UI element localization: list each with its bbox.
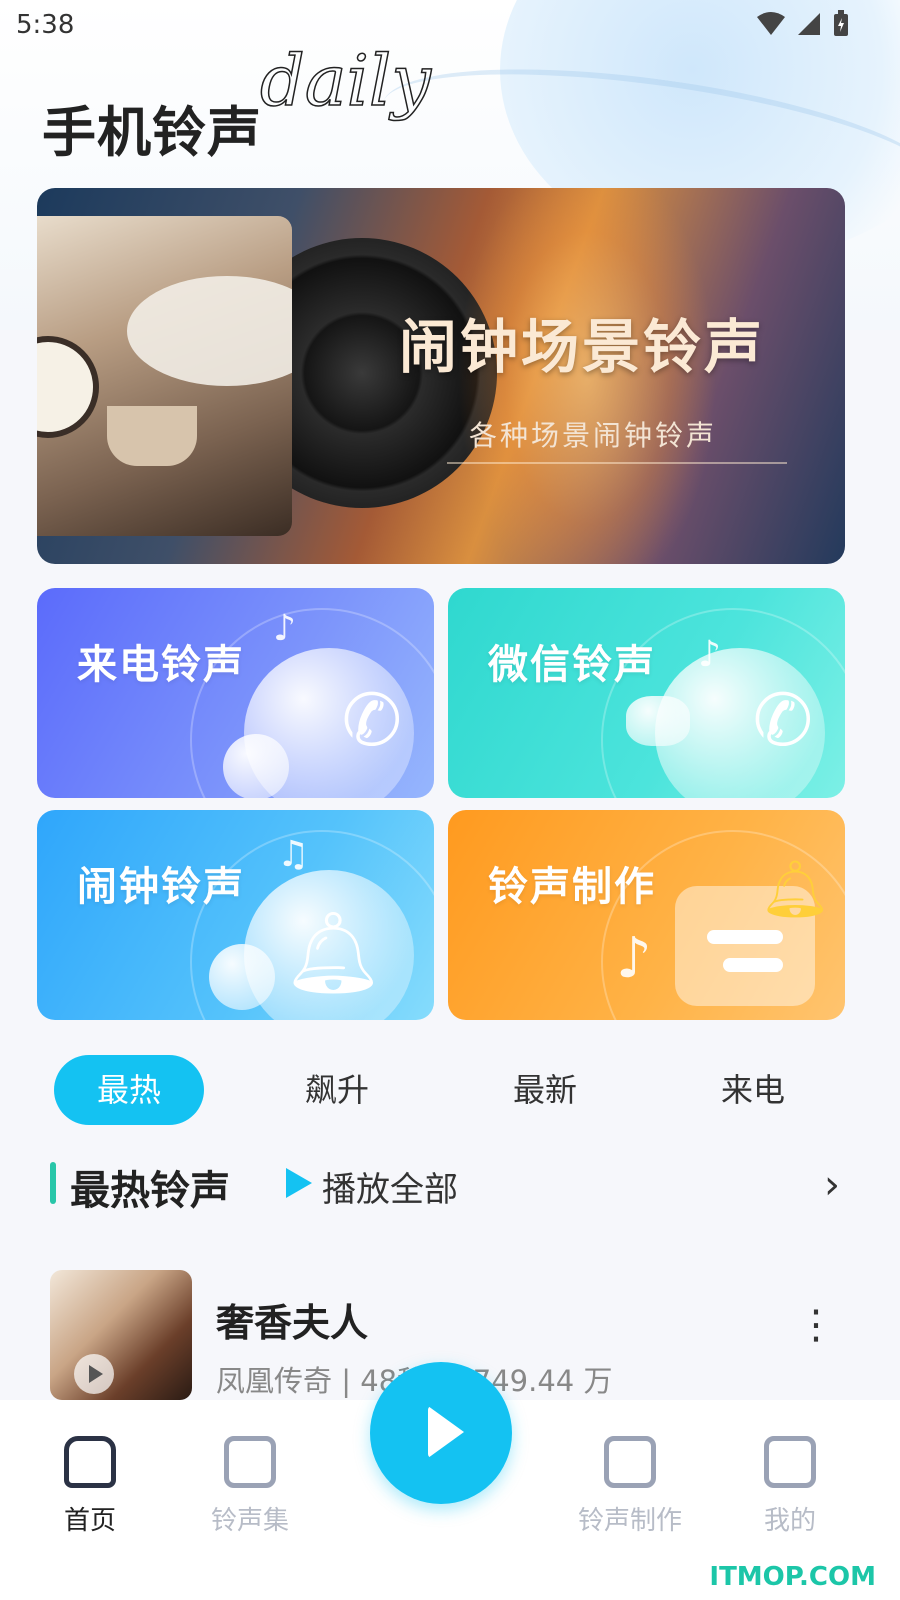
profile-icon	[764, 1436, 816, 1488]
nav-home[interactable]: 首页	[20, 1436, 160, 1537]
promo-banner[interactable]: 闹钟场景铃声 各种场景闹钟铃声	[37, 188, 845, 564]
category-label: 铃声制作	[488, 864, 656, 910]
nav-label: 铃声集	[210, 1506, 289, 1536]
section-accent-bar	[50, 1162, 56, 1204]
alarm-clock-graphic	[37, 336, 99, 438]
phone-icon: ✆	[752, 678, 813, 762]
ringtone-maker-icon	[604, 1436, 656, 1488]
more-options-icon[interactable]: ⋮	[796, 1305, 836, 1345]
play-icon[interactable]	[74, 1354, 114, 1394]
section-title: 最热铃声	[70, 1168, 230, 1214]
play-all-icon[interactable]	[286, 1168, 312, 1198]
phone-icon: ✆	[341, 678, 402, 762]
category-label: 闹钟铃声	[77, 864, 245, 910]
music-note-icon: ♪	[273, 608, 296, 649]
page-title: 手机铃声	[42, 101, 262, 164]
banner-photo	[37, 216, 292, 536]
banner-divider	[447, 462, 787, 464]
pillow-graphic	[127, 276, 292, 386]
bell-icon: 🔔︎	[282, 906, 384, 999]
category-label: 微信铃声	[488, 642, 656, 688]
status-bar: 5:38	[0, 0, 900, 50]
status-time: 5:38	[16, 10, 75, 40]
music-note-icon: ♫	[277, 834, 310, 875]
music-note-icon: ♪	[616, 926, 652, 991]
wifi-icon	[757, 12, 785, 35]
section-header: 最热铃声 播放全部 ›	[50, 1160, 840, 1214]
battery-icon	[834, 10, 848, 36]
nav-collections[interactable]: 铃声集	[180, 1436, 320, 1537]
home-icon	[64, 1436, 116, 1488]
album-cover[interactable]	[50, 1270, 192, 1400]
wechat-bubble-icon	[626, 696, 690, 746]
tab-rising[interactable]: 飙升	[262, 1055, 412, 1125]
decor-line	[707, 930, 783, 944]
status-icons	[756, 10, 850, 38]
nav-ringtone-maker[interactable]: 铃声制作	[560, 1436, 700, 1537]
category-incoming-call[interactable]: ✆ ♪ 来电铃声	[37, 588, 434, 798]
song-title: 奢香夫人	[216, 1301, 369, 1345]
script-decoration: daily	[259, 39, 431, 123]
nav-profile[interactable]: 我的	[720, 1436, 860, 1537]
bell-icon: 🔔︎	[759, 857, 831, 922]
small-phone-bubble	[223, 734, 289, 798]
tab-incoming-call[interactable]: 来电	[678, 1055, 828, 1125]
ranking-tabs: 最热 飙升 最新 来电	[54, 1055, 844, 1125]
watermark: ITMOP.COM	[709, 1562, 876, 1592]
banner-title: 闹钟场景铃声	[399, 313, 766, 381]
banner-subtitle: 各种场景闹钟铃声	[469, 419, 718, 452]
category-label: 来电铃声	[77, 642, 245, 688]
play-all-button[interactable]: 播放全部	[322, 1162, 458, 1211]
player-play-button[interactable]	[370, 1362, 512, 1504]
clock-bubble-icon	[209, 944, 275, 1010]
cup-graphic	[107, 406, 197, 466]
tab-newest[interactable]: 最新	[470, 1055, 620, 1125]
nav-label: 我的	[763, 1506, 816, 1536]
tab-hottest[interactable]: 最热	[54, 1055, 204, 1125]
nav-label: 铃声制作	[577, 1506, 682, 1536]
nav-label: 首页	[63, 1506, 116, 1536]
signal-icon	[798, 13, 820, 35]
music-note-icon: ♪	[698, 634, 721, 675]
category-ringtone-maker[interactable]: ♪ 🔔︎ 铃声制作	[448, 810, 845, 1020]
decor-line	[723, 958, 783, 972]
music-collection-icon	[224, 1436, 276, 1488]
category-alarm[interactable]: 🔔︎ ♫ 闹钟铃声	[37, 810, 434, 1020]
category-wechat[interactable]: ✆ ♪ 微信铃声	[448, 588, 845, 798]
chevron-right-icon[interactable]: ›	[824, 1162, 840, 1208]
